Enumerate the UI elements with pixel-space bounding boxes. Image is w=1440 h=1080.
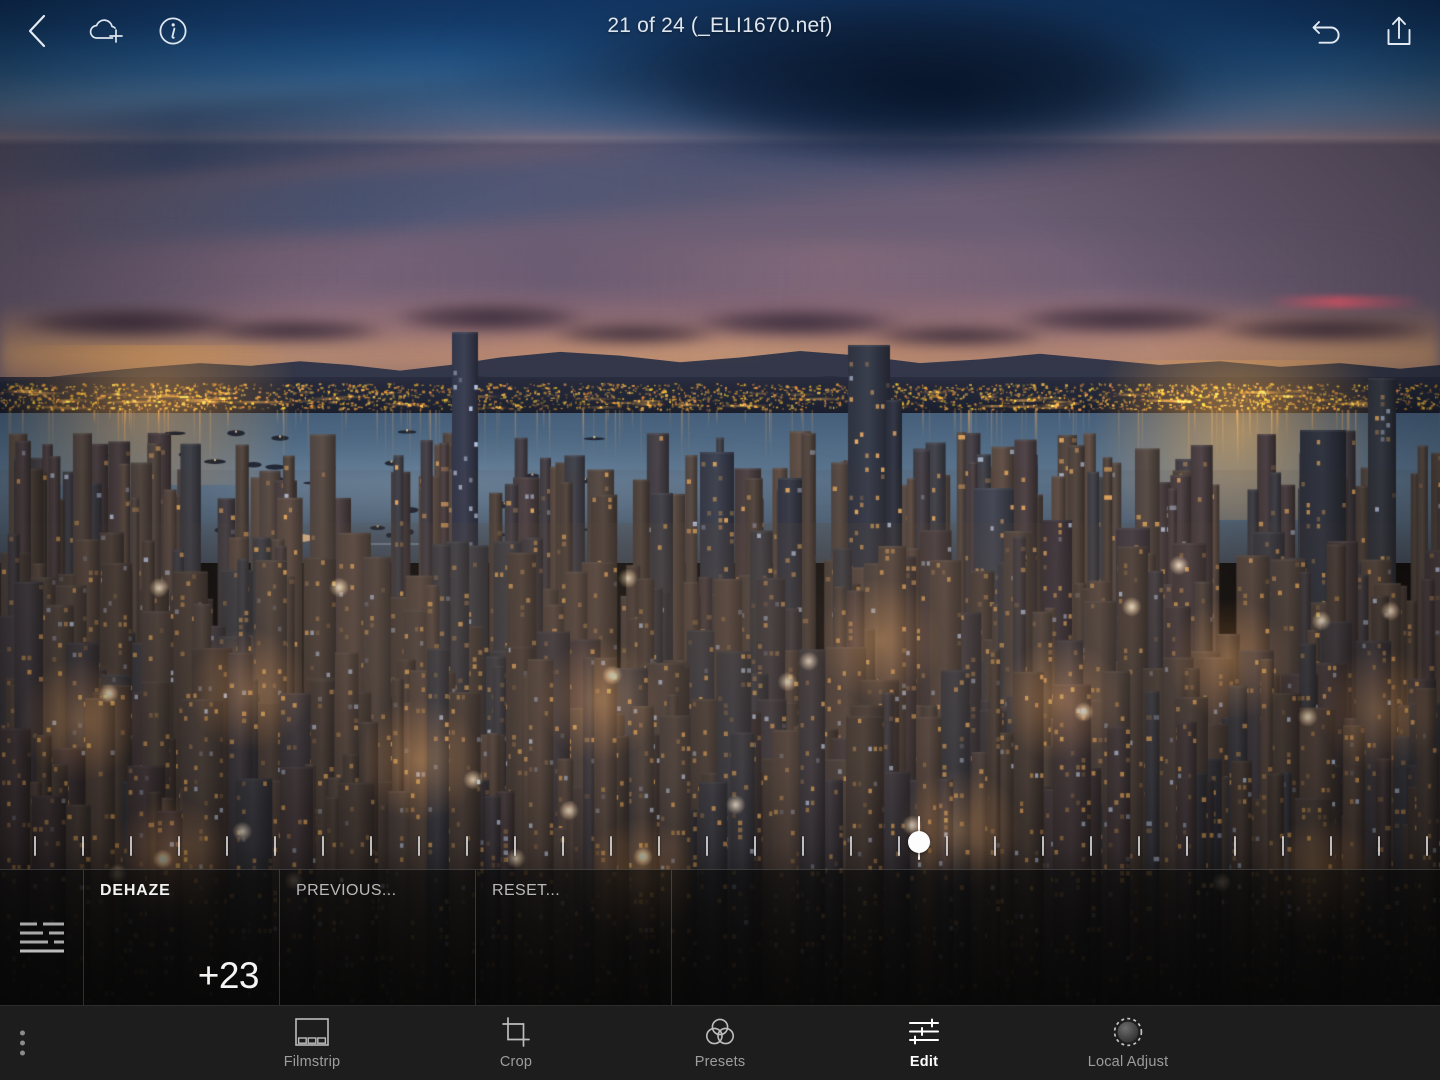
share-icon[interactable] — [1380, 12, 1418, 50]
adjustment-value: +23 — [197, 955, 260, 996]
reset-button[interactable]: RESET... — [476, 870, 672, 1005]
slider-tick — [610, 836, 612, 856]
all-sliders-button[interactable] — [0, 870, 84, 1005]
toolbar-item-local-adjust[interactable]: Local Adjust — [1073, 1017, 1183, 1070]
slider-tick — [946, 836, 948, 856]
slider-tick — [994, 836, 996, 856]
slider-tick — [466, 836, 468, 856]
slider-tick — [802, 836, 804, 856]
slider-tick — [322, 836, 324, 856]
dot — [20, 1040, 25, 1046]
slider-tick — [1330, 836, 1332, 856]
crop-icon — [501, 1016, 531, 1047]
slider-tick — [1426, 836, 1428, 856]
slider-tick — [898, 836, 900, 856]
slider-tick — [1378, 836, 1380, 856]
slider-tick — [1090, 836, 1092, 856]
info-icon[interactable] — [154, 12, 192, 50]
slider-tick — [1186, 836, 1188, 856]
toolbar-item-label: Crop — [499, 1053, 533, 1070]
local-adjust-icon — [1112, 1017, 1144, 1047]
bottom-toolbar: Filmstrip Crop Presets Edit Local Adjust — [0, 1005, 1440, 1080]
slider-tick — [178, 836, 180, 856]
slider-tick — [1234, 836, 1236, 856]
slider-tick — [274, 836, 276, 856]
slider-tick — [1042, 836, 1044, 856]
slider-tick — [850, 836, 852, 856]
top-bar-left-actions — [0, 12, 192, 50]
slider-tick — [418, 836, 420, 856]
dehaze-adjustment[interactable]: DEHAZE +23 — [84, 870, 280, 1005]
dot — [20, 1050, 25, 1056]
dot — [20, 1030, 25, 1036]
lightroom-mobile-editor: 21 of 24 (_ELI1670.nef) DEHAZE +23 PREVI… — [0, 0, 1440, 1080]
toolbar-item-edit[interactable]: Edit — [869, 1017, 979, 1070]
adjustment-panel: DEHAZE +23 PREVIOUS... RESET... — [0, 869, 1440, 1005]
toolbar-item-label: Filmstrip — [283, 1053, 341, 1070]
slider-tick — [34, 836, 36, 856]
slider-tick — [1282, 836, 1284, 856]
back-icon[interactable] — [18, 12, 56, 50]
previous-button[interactable]: PREVIOUS... — [280, 870, 476, 1005]
top-bar: 21 of 24 (_ELI1670.nef) — [0, 0, 1440, 62]
slider-tick — [706, 836, 708, 856]
sliders-icon — [908, 1017, 940, 1047]
cloud-add-icon[interactable] — [86, 12, 124, 50]
toolbar-item-label: Local Adjust — [1087, 1053, 1169, 1070]
reset-label: RESET... — [492, 882, 561, 899]
slider-tick — [514, 836, 516, 856]
slider-tick — [562, 836, 564, 856]
adjustment-name: DEHAZE — [100, 882, 171, 899]
toolbar-item-presets[interactable]: Presets — [665, 1017, 775, 1070]
toolbar-items: Filmstrip Crop Presets Edit Local Adjust — [257, 1016, 1183, 1070]
slider-tick — [226, 836, 228, 856]
undo-icon[interactable] — [1308, 12, 1346, 50]
previous-label: PREVIOUS... — [296, 882, 397, 899]
slider-tick — [754, 836, 756, 856]
panel-empty-area — [672, 870, 1440, 1005]
page-title: 21 of 24 (_ELI1670.nef) — [607, 14, 833, 37]
sliders-list-icon — [19, 922, 64, 952]
presets-icon — [704, 1017, 736, 1047]
toolbar-item-crop[interactable]: Crop — [461, 1016, 571, 1070]
slider-tick — [658, 836, 660, 856]
slider-tick — [370, 836, 372, 856]
slider-tick — [82, 836, 84, 856]
toolbar-item-label: Edit — [909, 1053, 939, 1070]
slider-knob[interactable] — [908, 831, 930, 853]
more-options-button[interactable] — [14, 1025, 31, 1062]
slider-tick — [1138, 836, 1140, 856]
slider-tick — [130, 836, 132, 856]
adjustment-slider[interactable] — [0, 816, 1440, 870]
toolbar-item-filmstrip[interactable]: Filmstrip — [257, 1017, 367, 1070]
toolbar-item-label: Presets — [694, 1053, 746, 1070]
filmstrip-icon — [295, 1017, 329, 1047]
top-bar-right-actions — [1308, 12, 1440, 50]
